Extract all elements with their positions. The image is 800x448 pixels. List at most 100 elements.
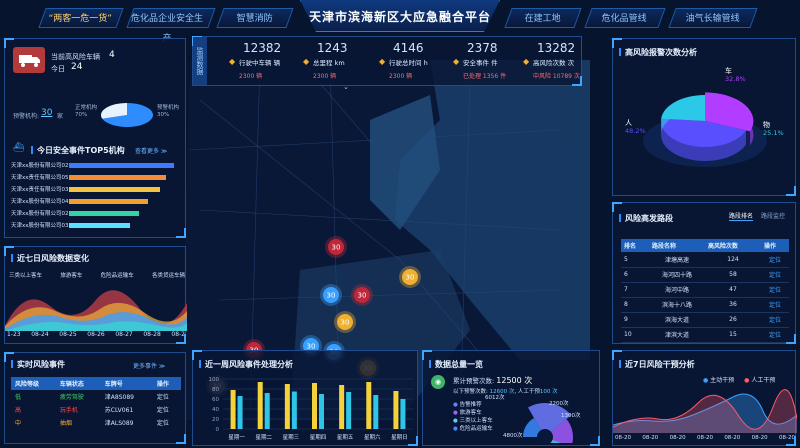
- road-panel: 风险高发路段 路段排名 路段监控 排名 路段名称 高风险次数 操作 5 津塘高速 124 定…: [612, 202, 796, 344]
- tab-hazmat-pipeline[interactable]: 危化品管线: [584, 8, 666, 28]
- overview-legend-item: ● 告警推荐: [453, 402, 482, 408]
- intervene-date: 08-20: [615, 435, 631, 441]
- y-tick-label: 20: [212, 417, 219, 423]
- warning-org-label: 预警机构:: [13, 113, 40, 120]
- monitor-side-label: 监测数据: [193, 37, 207, 85]
- intervene-legend-item: ● 人工干预: [744, 377, 776, 384]
- week-chart-title: 近一周风险事件处理分析: [199, 359, 293, 370]
- table-row[interactable]: 5 津塘高速 124 定位: [621, 252, 789, 267]
- road-cell: 47: [729, 286, 737, 293]
- tab-oil-pipeline[interactable]: 油气长输管线: [668, 8, 758, 28]
- map-marker[interactable]: 30: [325, 236, 347, 258]
- road-header-cell: 排名: [624, 243, 637, 250]
- seven-day-date: 08-27: [115, 331, 133, 338]
- road-cell: 海河四十路: [661, 272, 692, 279]
- bar-series-a: [366, 382, 372, 429]
- x-tick-label: 星期四: [310, 434, 327, 441]
- top5-name: 天津xx股份有限公司04: [11, 199, 69, 205]
- seven-day-date: 08-28: [143, 331, 161, 338]
- pie-label-pct: 48.2%: [625, 127, 646, 135]
- realtime-panel: 实时风险事件 更多事件 ≫ 风险等级 车辆状态 车牌号 操作 低 疲劳驾驶 津A8S089…: [4, 352, 186, 444]
- intervene-line-chart: [613, 389, 797, 433]
- tab-hazmat-enterprise[interactable]: 危化品企业安全生产: [126, 8, 216, 44]
- road-table: 排名 路段名称 高风险次数 操作 5 津塘高速 124 定位 6 海河四十路 58 定位 7 海河中路 4…: [621, 239, 789, 343]
- stat-label: 行驶中车辆 辆: [239, 59, 281, 67]
- left-top-panel: 当前高风险车辆 4 今日 24 预警机构: 30 家 正常机构 70% 预警机构 3…: [4, 38, 186, 238]
- seven-day-area-chart: [5, 290, 187, 331]
- tab-two-passenger[interactable]: “两客一危一货”: [38, 8, 124, 28]
- overview-legend-item: ● 三类以上客车: [453, 418, 493, 424]
- intervene-date: 08-20: [642, 435, 659, 441]
- table-row[interactable]: 中 抽烟 津ALS089 定位: [11, 416, 181, 429]
- pie-label-name: 人: [625, 119, 632, 127]
- y-tick-label: 100: [209, 377, 220, 383]
- locate-button[interactable]: 定位: [153, 390, 181, 403]
- realtime-cell: 低: [15, 394, 22, 401]
- map-marker[interactable]: 30: [334, 311, 356, 333]
- locate-button[interactable]: 定位: [761, 297, 789, 312]
- table-row[interactable]: 8 滨海十八路 36 定位: [621, 297, 789, 312]
- pie-label-name: 物: [763, 120, 770, 129]
- top5-row: 天津xx股份有限公司02: [9, 161, 181, 173]
- table-row[interactable]: 高 玩手机 苏CLV061 定位: [11, 403, 181, 416]
- today-label: 今日: [51, 65, 65, 73]
- locate-button[interactable]: 定位: [761, 282, 789, 297]
- car-icon: ◆: [523, 57, 530, 66]
- top5-more-link[interactable]: 查看更多 ≫: [135, 146, 167, 155]
- map-marker[interactable]: 30: [320, 284, 342, 306]
- locate-button[interactable]: 定位: [761, 267, 789, 282]
- seven-day-category[interactable]: 危险品运输车: [101, 271, 134, 279]
- locate-button[interactable]: 定位: [761, 252, 789, 267]
- stat-value: 12382: [243, 41, 282, 55]
- map-marker-label: 30: [332, 244, 341, 252]
- seven-day-category[interactable]: 旅游客车: [60, 271, 82, 279]
- road-cell: 滨海大道: [664, 317, 689, 324]
- locate-button[interactable]: 定位: [153, 416, 181, 429]
- map-marker-label: 30: [327, 292, 336, 300]
- road-tab-monitor[interactable]: 路段监控: [761, 211, 785, 220]
- bar-series-a: [230, 390, 236, 429]
- risk-pie-title: 高风险报警次数分析: [619, 47, 697, 58]
- chevron-down-icon[interactable]: ⌄: [343, 83, 349, 91]
- stat-label: 高风险次数 次: [533, 59, 575, 67]
- intervene-date: 08-20: [751, 435, 768, 441]
- table-row[interactable]: 7 海河中路 47 定位: [621, 282, 789, 297]
- road-cell: 10: [624, 331, 632, 338]
- intervene-date: 08-20: [724, 435, 741, 441]
- table-row[interactable]: 10 津滨大道 15 定位: [621, 327, 789, 342]
- table-row[interactable]: 低 疲劳驾驶 津A8S089 定位: [11, 390, 181, 403]
- top5-bar: [69, 211, 140, 216]
- map-marker[interactable]: 30: [399, 266, 421, 288]
- warning-org-value: 30: [41, 108, 53, 118]
- realtime-header-cell: 车牌号: [104, 381, 123, 388]
- map-marker[interactable]: 30: [351, 284, 373, 306]
- map-marker-label: 30: [341, 319, 350, 327]
- stat-label: 行驶总时间 h: [389, 59, 428, 67]
- top5-name: 天津xx股份有限公司02: [11, 163, 69, 169]
- high-risk-label: 当前高风险车辆: [51, 53, 100, 61]
- seven-day-date: 1-23: [7, 331, 21, 338]
- table-row[interactable]: 9 滨海大道 26 定位: [621, 312, 789, 327]
- locate-button[interactable]: 定位: [153, 403, 181, 416]
- seven-day-category[interactable]: 各类货运车辆: [152, 271, 185, 279]
- pie-slice[interactable]: [661, 95, 705, 121]
- top5-bar: [69, 199, 149, 204]
- locate-button[interactable]: 定位: [761, 312, 789, 327]
- table-row[interactable]: 6 海河四十路 58 定位: [621, 267, 789, 282]
- road-cell: 海河中路: [664, 287, 689, 294]
- normal-org-legend: 正常机构 70%: [75, 105, 98, 118]
- org-pie-chart: [101, 103, 153, 127]
- locate-button[interactable]: 定位: [761, 327, 789, 342]
- road-tab-rank[interactable]: 路段排名: [729, 211, 754, 221]
- realtime-more-link[interactable]: 更多事件 ≫: [133, 361, 165, 370]
- overview-value: 1300次: [561, 413, 581, 419]
- bar-series-b: [346, 392, 352, 429]
- y-tick-label: 80: [212, 387, 219, 393]
- top5-title: 今日安全事件TOP5机构: [31, 145, 125, 156]
- stat-label: 安全事件 件: [463, 59, 498, 67]
- tab-smart-fire[interactable]: 智慧消防: [216, 8, 294, 28]
- tab-construction[interactable]: 在建工地: [504, 8, 582, 28]
- seven-day-category[interactable]: 三类以上客车: [9, 271, 42, 279]
- bar-series-a: [257, 382, 263, 429]
- bar-series-a: [339, 385, 345, 429]
